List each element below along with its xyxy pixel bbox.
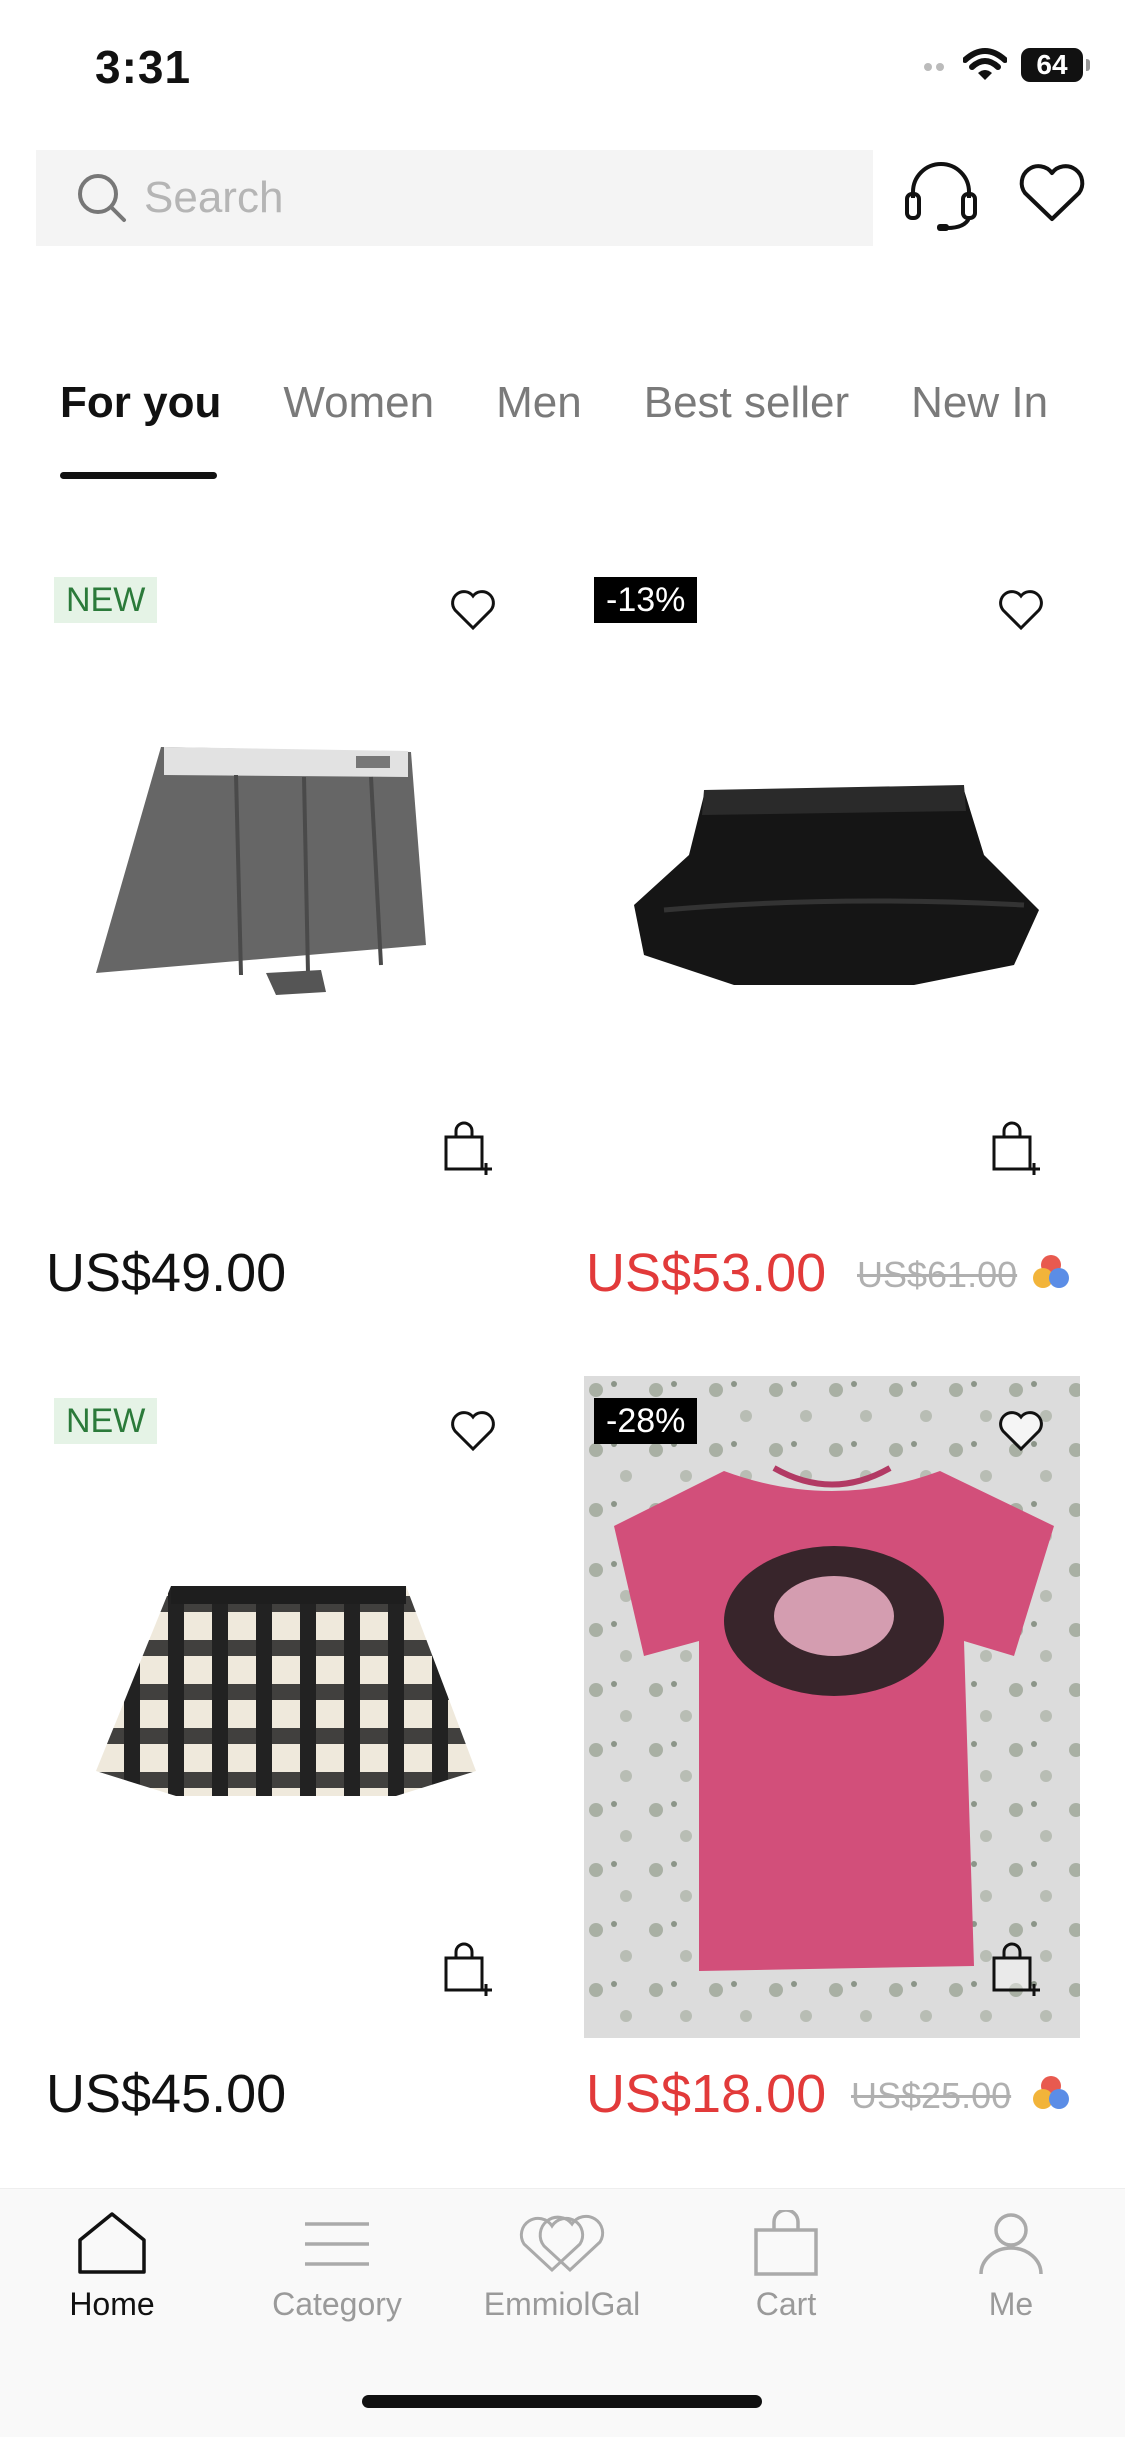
battery-icon: 64	[1021, 48, 1090, 82]
wifi-icon	[963, 48, 1007, 80]
favorite-heart-icon[interactable]	[998, 589, 1044, 631]
add-to-cart-icon[interactable]	[440, 1942, 496, 1998]
product-card[interactable]: -28%	[584, 1376, 1080, 2038]
active-tab-indicator	[60, 472, 217, 479]
favorite-heart-icon[interactable]	[998, 1410, 1044, 1452]
cart-bag-icon	[754, 2210, 818, 2276]
new-badge: NEW	[54, 577, 158, 623]
status-time: 3:31	[95, 41, 192, 93]
add-to-cart-icon[interactable]	[988, 1121, 1044, 1177]
color-options-icon	[1033, 1255, 1069, 1288]
new-badge: NEW	[54, 1398, 158, 1444]
customer-service-icon[interactable]	[903, 158, 983, 232]
product-image[interactable]	[584, 555, 1080, 1217]
tab-new-in[interactable]: New In	[911, 378, 1048, 428]
tab-men[interactable]: Men	[496, 378, 582, 428]
tab-best-seller[interactable]: Best seller	[644, 378, 849, 428]
home-icon	[78, 2212, 146, 2274]
tab-women[interactable]: Women	[283, 378, 434, 428]
product-sale-price: US$53.00	[586, 1243, 827, 1303]
nav-label: EmmiolGal	[483, 2286, 641, 2322]
profile-icon	[979, 2213, 1043, 2275]
signal-icon	[924, 63, 944, 71]
search-bar[interactable]	[36, 150, 873, 246]
product-image[interactable]	[36, 1376, 532, 2038]
nav-cart[interactable]: Cart	[696, 2210, 876, 2323]
discount-badge: -28%	[594, 1398, 698, 1444]
nav-label: Home	[69, 2286, 155, 2322]
favorite-heart-icon[interactable]	[450, 589, 496, 631]
nav-label: Me	[988, 2286, 1034, 2322]
wishlist-heart-icon[interactable]	[1018, 163, 1086, 223]
product-price: US$45.00	[46, 2064, 287, 2124]
product-image[interactable]	[584, 1376, 1080, 2038]
tab-for-you[interactable]: For you	[60, 378, 221, 428]
search-input[interactable]	[142, 172, 746, 224]
product-price: US$49.00	[46, 1243, 287, 1303]
add-to-cart-icon[interactable]	[988, 1942, 1044, 1998]
nav-home[interactable]: Home	[22, 2210, 202, 2323]
nav-me[interactable]: Me	[921, 2210, 1101, 2323]
product-card[interactable]: NEW	[36, 555, 532, 1217]
color-options-icon	[1033, 2076, 1069, 2109]
add-to-cart-icon[interactable]	[440, 1121, 496, 1177]
nav-emmiolgal[interactable]: EmmiolGal	[472, 2210, 652, 2323]
nav-category[interactable]: Category	[247, 2210, 427, 2323]
battery-level: 64	[1036, 49, 1068, 80]
product-card[interactable]: NEW	[36, 1376, 532, 2038]
search-icon	[78, 174, 126, 222]
product-sale-price: US$18.00	[586, 2064, 827, 2124]
double-heart-icon	[519, 2214, 605, 2273]
nav-label: Category	[272, 2286, 402, 2322]
product-original-price: US$61.00	[857, 1254, 1018, 1295]
home-indicator[interactable]	[362, 2395, 762, 2408]
favorite-heart-icon[interactable]	[450, 1410, 496, 1452]
nav-label: Cart	[755, 2286, 817, 2322]
category-tabs: For you Women Men Best seller New In	[60, 378, 1110, 428]
category-icon	[305, 2222, 369, 2266]
product-image[interactable]	[36, 555, 532, 1217]
product-card[interactable]: -13%	[584, 555, 1080, 1217]
status-icons: 64	[923, 48, 1090, 82]
discount-badge: -13%	[594, 577, 698, 623]
product-original-price: US$25.00	[851, 2075, 1012, 2116]
